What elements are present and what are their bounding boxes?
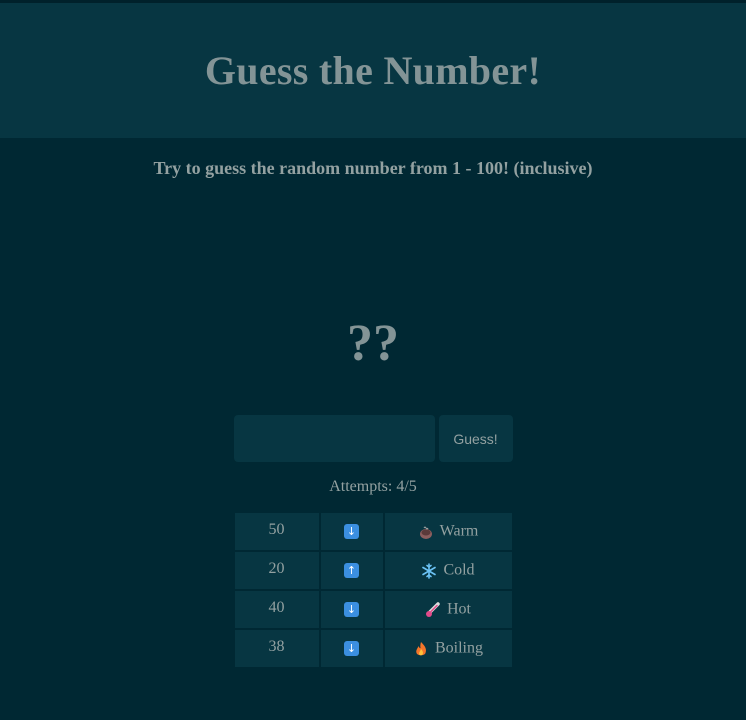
warm-icon — [418, 522, 440, 539]
fire-icon — [413, 639, 435, 656]
snowflake-icon — [421, 561, 443, 579]
temperature-cell: Hot — [384, 591, 512, 628]
history-row: 20 ↑ Cold — [234, 552, 512, 589]
temperature-cell: Boiling — [384, 630, 512, 667]
header-bar: Guess the Number! — [0, 3, 746, 138]
down-arrow-icon: ↓ — [344, 523, 359, 540]
history-row: 50 ↓ Warm — [234, 513, 512, 550]
mystery-number: ?? — [347, 315, 399, 372]
attempts-counter: Attempts: 4/5 — [329, 478, 417, 495]
thermometer-icon — [425, 600, 447, 617]
direction-cell: ↓ — [320, 513, 383, 550]
temperature-cell: Warm — [384, 513, 512, 550]
guess-button[interactable]: Guess! — [438, 415, 513, 462]
page-title: Guess the Number! — [204, 48, 542, 93]
instructions-text: Try to guess the random number from 1 - … — [153, 158, 593, 178]
direction-cell: ↓ — [320, 630, 383, 667]
guess-form: Guess! — [0, 415, 746, 462]
direction-cell: ↓ — [320, 591, 383, 628]
history-row: 40 ↓ Hot — [234, 591, 512, 628]
temperature-cell: Cold — [384, 552, 512, 589]
direction-cell: ↑ — [320, 552, 383, 589]
down-arrow-icon: ↓ — [344, 640, 359, 657]
temperature-label: Warm — [439, 522, 479, 540]
guess-history-table: 50 ↓ Warm 20 ↑ Cold 40 ↓ Hot 38 ↓ Boiling — [233, 511, 514, 669]
guess-value: 20 — [234, 552, 319, 589]
temperature-label: Boiling — [434, 639, 483, 657]
temperature-label: Cold — [443, 561, 475, 579]
guess-value: 50 — [234, 513, 319, 550]
history-row: 38 ↓ Boiling — [234, 630, 512, 667]
guess-input[interactable] — [233, 415, 435, 462]
guess-value: 40 — [234, 591, 319, 628]
guess-value: 38 — [234, 630, 319, 667]
down-arrow-icon: ↓ — [344, 601, 359, 618]
up-arrow-icon: ↑ — [344, 562, 359, 579]
temperature-label: Hot — [447, 600, 471, 618]
